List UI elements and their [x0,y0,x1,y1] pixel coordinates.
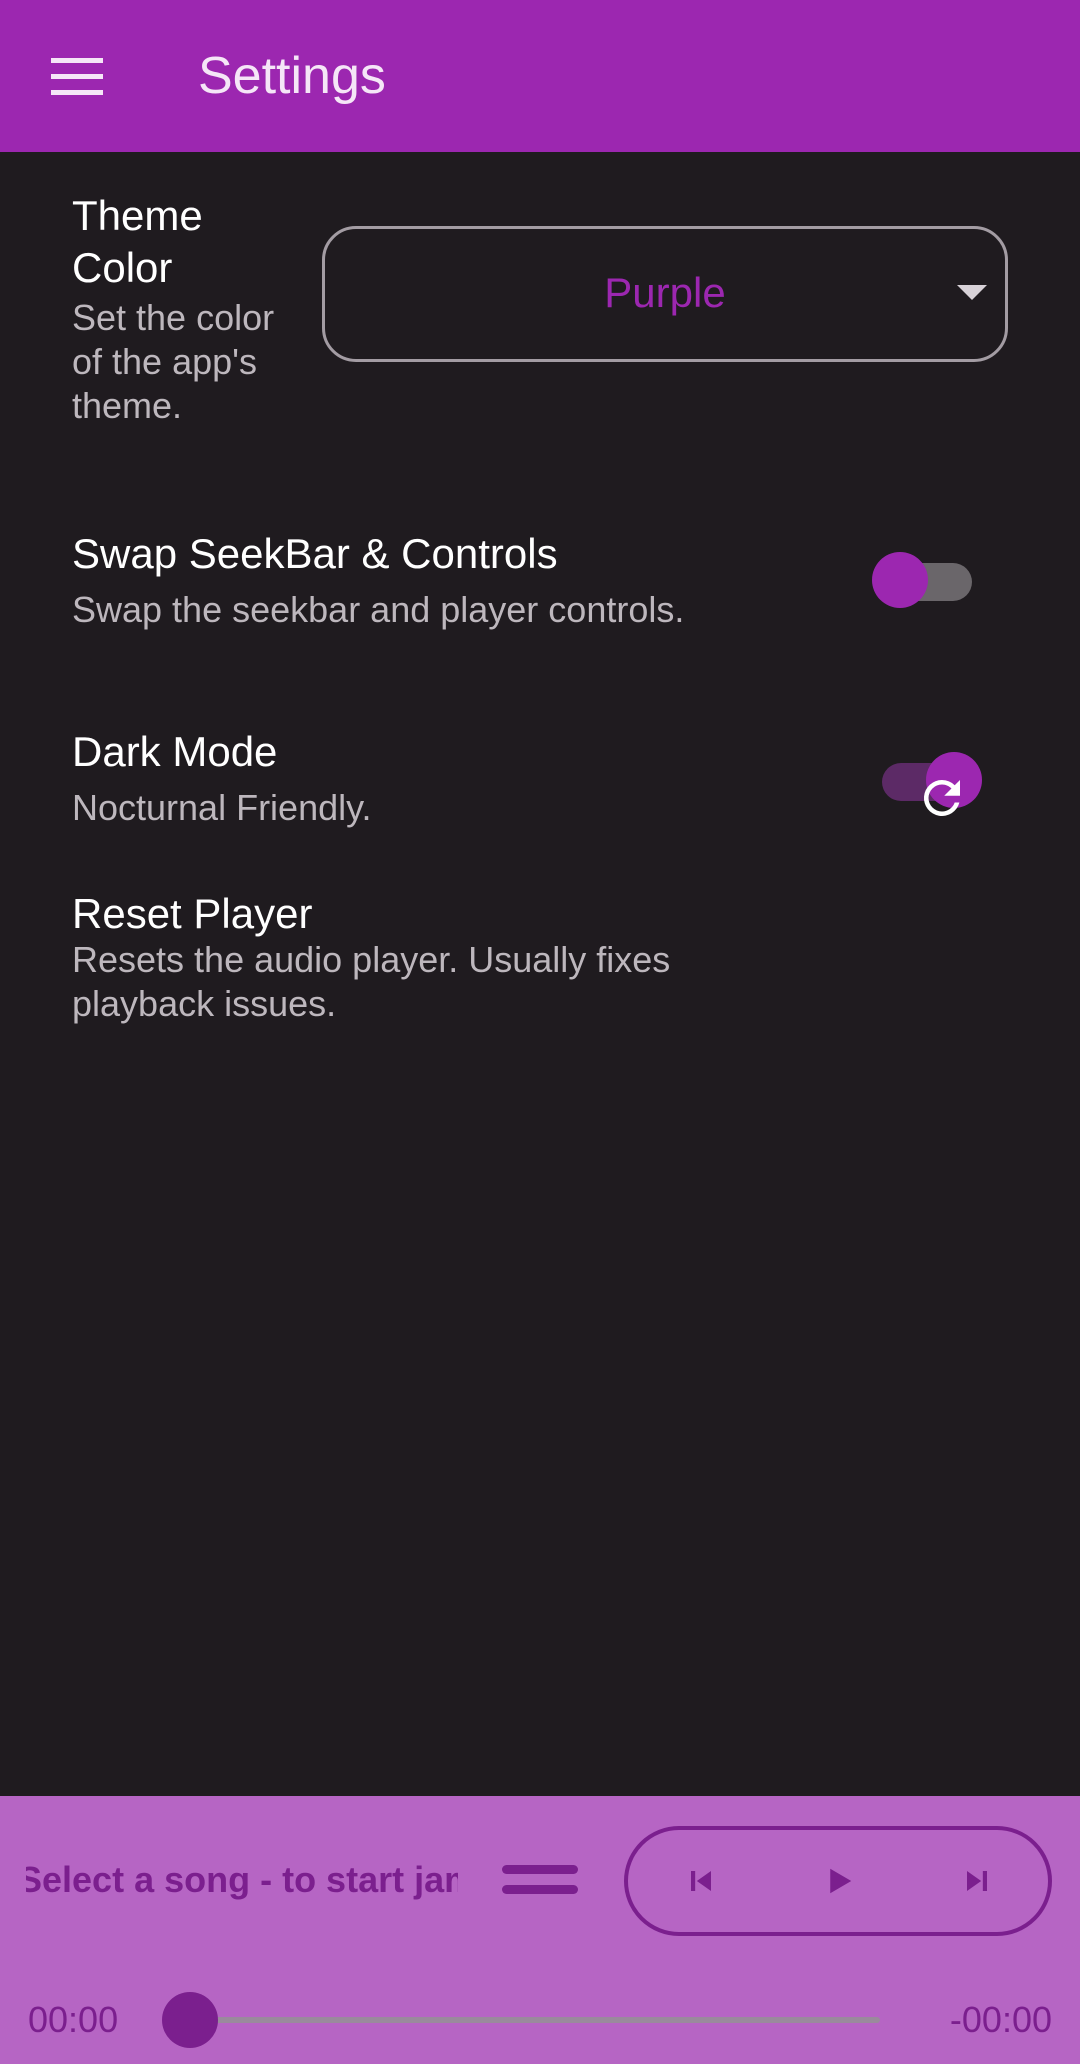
skip-next-icon [967,1871,987,1891]
drag-handle-icon [502,1865,578,1894]
elapsed-time: 00:00 [28,1999,119,2040]
theme-color-dropdown[interactable]: Purple [322,226,1008,362]
next-button[interactable] [946,1850,1008,1912]
play-icon [830,1868,852,1894]
swap-seekbar-title: Swap SeekBar & Controls [72,530,558,577]
reset-player-subtitle: Resets the audio player. Usually fixes p… [72,939,671,1024]
settings-list: Theme Color Set the color of the app's t… [0,152,1080,1796]
app-bar: Settings [0,0,1080,152]
page-title: Settings [198,47,386,105]
skip-previous-icon [691,1871,711,1891]
previous-button[interactable] [670,1850,732,1912]
menu-icon [51,58,103,95]
menu-button[interactable] [40,46,114,106]
now-playing-text: Select a song - to start jamming [26,1859,458,1900]
dark-mode-subtitle: Nocturnal Friendly. [72,787,372,828]
reset-player-title: Reset Player [72,890,313,937]
refresh-icon [923,779,960,816]
queue-button[interactable] [500,1852,580,1908]
reset-player-button[interactable] [904,760,980,836]
dark-mode-title: Dark Mode [72,728,278,775]
now-playing-marquee[interactable]: Select a song - to start jamming [26,1852,458,1908]
switch-thumb [872,552,928,608]
theme-color-subtitle: Set the color of the app's theme. [72,297,275,426]
play-button[interactable] [808,1850,870,1912]
swap-seekbar-subtitle: Swap the seekbar and player controls. [72,589,685,630]
theme-color-title: Theme Color [72,192,203,291]
theme-color-selected: Purple [604,269,726,316]
remaining-time: -00:00 [949,1999,1052,2040]
dropdown-arrow-icon [957,285,987,300]
seekbar-track[interactable] [190,2017,880,2023]
player-controls [624,1826,1052,1936]
swap-seekbar-switch[interactable] [870,550,980,610]
seekbar-thumb[interactable] [162,1992,218,2048]
mini-player: Select a song - to start jamming 00:00 -… [0,1796,1080,2064]
